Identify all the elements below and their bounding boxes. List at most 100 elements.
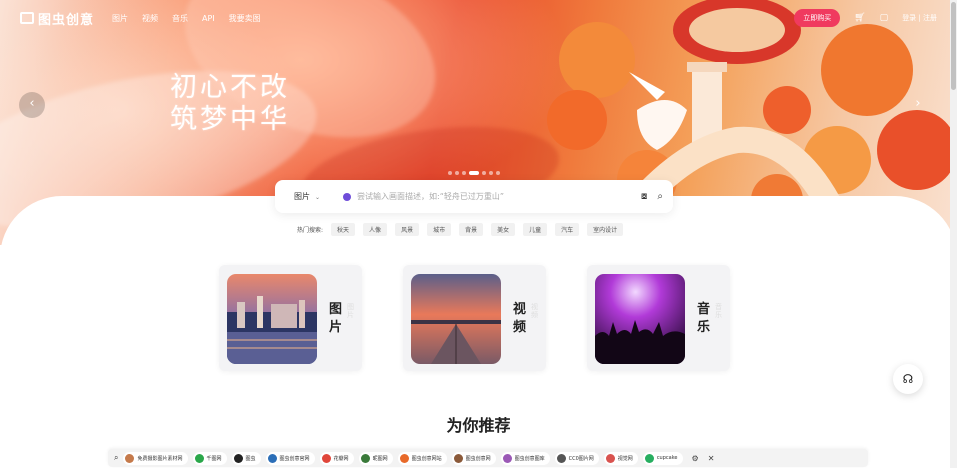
nav-link-sell[interactable]: 我要卖图	[229, 13, 261, 24]
nav-link-api[interactable]: API	[202, 14, 215, 23]
bookmark-label: CC0图片网	[568, 455, 594, 462]
carousel-dot[interactable]	[489, 171, 493, 175]
bookmark-item[interactable]: 图虫创意官网	[265, 451, 315, 465]
bookmark-item[interactable]: 千图网	[192, 451, 227, 465]
carousel-dot[interactable]	[462, 171, 466, 175]
category-title: 音乐	[697, 302, 711, 335]
search-icon[interactable]: ⌕	[657, 191, 663, 202]
gear-icon[interactable]: ⚙	[692, 454, 699, 463]
bookmark-label: 图虫创意网站	[411, 455, 442, 462]
nav-actions: 立即购买 🛒︎ ▢ 登录 | 注册	[794, 9, 937, 27]
favicon-icon	[360, 453, 370, 463]
bookmark-label: 视觉网	[617, 455, 633, 462]
category-thumbnail	[227, 274, 317, 364]
scrollbar[interactable]	[950, 0, 957, 468]
category-title: 视频	[513, 302, 527, 335]
favicon-icon	[267, 453, 277, 463]
bookmarks-bar: ⌕ 免费摄影图片素材网 千图网 图虫 图虫创意官网 花瓣网 昵图网 图虫创意网站 图虫创意网 图…	[108, 449, 868, 467]
bookmark-label: 图虫创意官网	[279, 455, 310, 462]
carousel-dots	[448, 171, 500, 175]
hot-tag[interactable]: 儿童	[523, 223, 548, 236]
nav-link-images[interactable]: 图片	[112, 13, 128, 24]
chevron-right-icon[interactable]: ›	[905, 92, 931, 118]
bookmark-item[interactable]: 图虫创意图库	[500, 451, 550, 465]
favicon-icon	[556, 453, 566, 463]
category-watermark: 音乐	[715, 303, 722, 319]
bookmark-item[interactable]: 花瓣网	[319, 451, 354, 465]
carousel-dot[interactable]	[448, 171, 452, 175]
bookmark-label: 图虫创意图库	[514, 455, 545, 462]
favicon-icon	[321, 453, 331, 463]
search-icon[interactable]: ⌕	[114, 453, 118, 463]
search-bar[interactable]: 图片 ⌄ ⧇ ⌕	[275, 180, 673, 213]
favicon-icon	[453, 453, 463, 463]
bookmark-item[interactable]: 视觉网	[603, 451, 638, 465]
top-nav: 图虫创意 图片 视频 音乐 API 我要卖图 立即购买 🛒︎ ▢ 登录 | 注册	[0, 0, 957, 36]
category-card-videos[interactable]: 视频 视频	[403, 265, 546, 371]
category-card-music[interactable]: 音乐 音乐	[587, 265, 730, 371]
logo-icon	[20, 12, 34, 24]
bookmark-item[interactable]: 免费摄影图片素材网	[123, 451, 188, 465]
nav-link-videos[interactable]: 视频	[142, 13, 158, 24]
scrollbar-thumb[interactable]	[951, 2, 956, 90]
bookmark-item[interactable]: 图虫创意网站	[397, 451, 447, 465]
hot-tag[interactable]: 背景	[459, 223, 484, 236]
hero-title: 初心不改 筑梦中华	[170, 72, 290, 136]
chevron-left-icon[interactable]: ‹	[19, 92, 45, 118]
hot-tag[interactable]: 人像	[363, 223, 388, 236]
hero-title-line: 初心不改	[170, 72, 290, 103]
section-title: 为你推荐	[446, 416, 511, 435]
carousel-dot[interactable]	[482, 171, 486, 175]
bookmark-item[interactable]: 图虫创意网	[451, 451, 496, 465]
bookmark-item[interactable]: 昵图网	[358, 451, 393, 465]
carousel-dot[interactable]	[496, 171, 500, 175]
bookmark-item[interactable]: cupcake	[642, 451, 683, 465]
hot-tag[interactable]: 汽车	[555, 223, 580, 236]
login-link[interactable]: 登录 | 注册	[902, 13, 937, 23]
ai-icon	[343, 192, 351, 201]
bookmark-label: 免费摄影图片素材网	[137, 455, 183, 462]
category-thumbnail	[411, 274, 501, 364]
cart-icon[interactable]: 🛒︎	[854, 13, 865, 23]
hot-tag[interactable]: 秋天	[331, 223, 356, 236]
carousel-dot[interactable]	[469, 171, 479, 175]
search-input[interactable]	[357, 192, 632, 201]
message-icon[interactable]: ▢	[880, 13, 889, 23]
buy-button[interactable]: 立即购买	[794, 9, 841, 27]
favicon-icon	[605, 453, 615, 463]
bookmark-label: 图虫	[245, 455, 256, 462]
hot-tag[interactable]: 城市	[427, 223, 452, 236]
category-thumbnail	[595, 274, 685, 364]
bookmark-label: 昵图网	[372, 455, 388, 462]
bookmark-label: 千图网	[206, 455, 222, 462]
favicon-icon	[233, 453, 243, 463]
camera-icon[interactable]: ⧇	[641, 191, 647, 202]
hot-tag[interactable]: 风景	[395, 223, 420, 236]
close-icon[interactable]: ✕	[708, 454, 715, 463]
favicon-icon	[399, 453, 409, 463]
bookmark-item[interactable]: CC0图片网	[554, 451, 599, 465]
search-type-label: 图片	[294, 192, 310, 201]
bookmark-list: 免费摄影图片素材网 千图网 图虫 图虫创意官网 花瓣网 昵图网 图虫创意网站 图虫创意网 图虫创…	[123, 451, 683, 465]
hot-tag[interactable]: 室内设计	[587, 223, 624, 236]
favicon-icon	[644, 453, 654, 463]
bookmark-label: cupcake	[656, 455, 678, 461]
brand-logo[interactable]: 图虫创意	[20, 9, 94, 28]
hot-tag[interactable]: 美女	[491, 223, 516, 236]
bookmark-label: 花瓣网	[333, 455, 349, 462]
bookmark-label: 图虫创意网	[465, 455, 491, 462]
favicon-icon	[502, 453, 512, 463]
favicon-icon	[125, 453, 135, 463]
hot-search-label: 热门搜索:	[297, 227, 324, 234]
category-watermark: 图片	[347, 303, 354, 319]
brand-name: 图虫创意	[38, 12, 95, 28]
bookmark-item[interactable]: 图虫	[231, 451, 261, 465]
hero-title-line: 筑梦中华	[170, 104, 290, 135]
category-watermark: 视频	[531, 303, 538, 319]
category-card-images[interactable]: 图片 图片	[219, 265, 362, 371]
search-type-select[interactable]: 图片 ⌄	[285, 191, 343, 202]
nav-link-music[interactable]: 音乐	[172, 13, 188, 24]
chevron-down-icon: ⌄	[315, 194, 321, 201]
carousel-dot[interactable]	[455, 171, 459, 175]
headset-icon[interactable]: ☊	[893, 364, 923, 394]
